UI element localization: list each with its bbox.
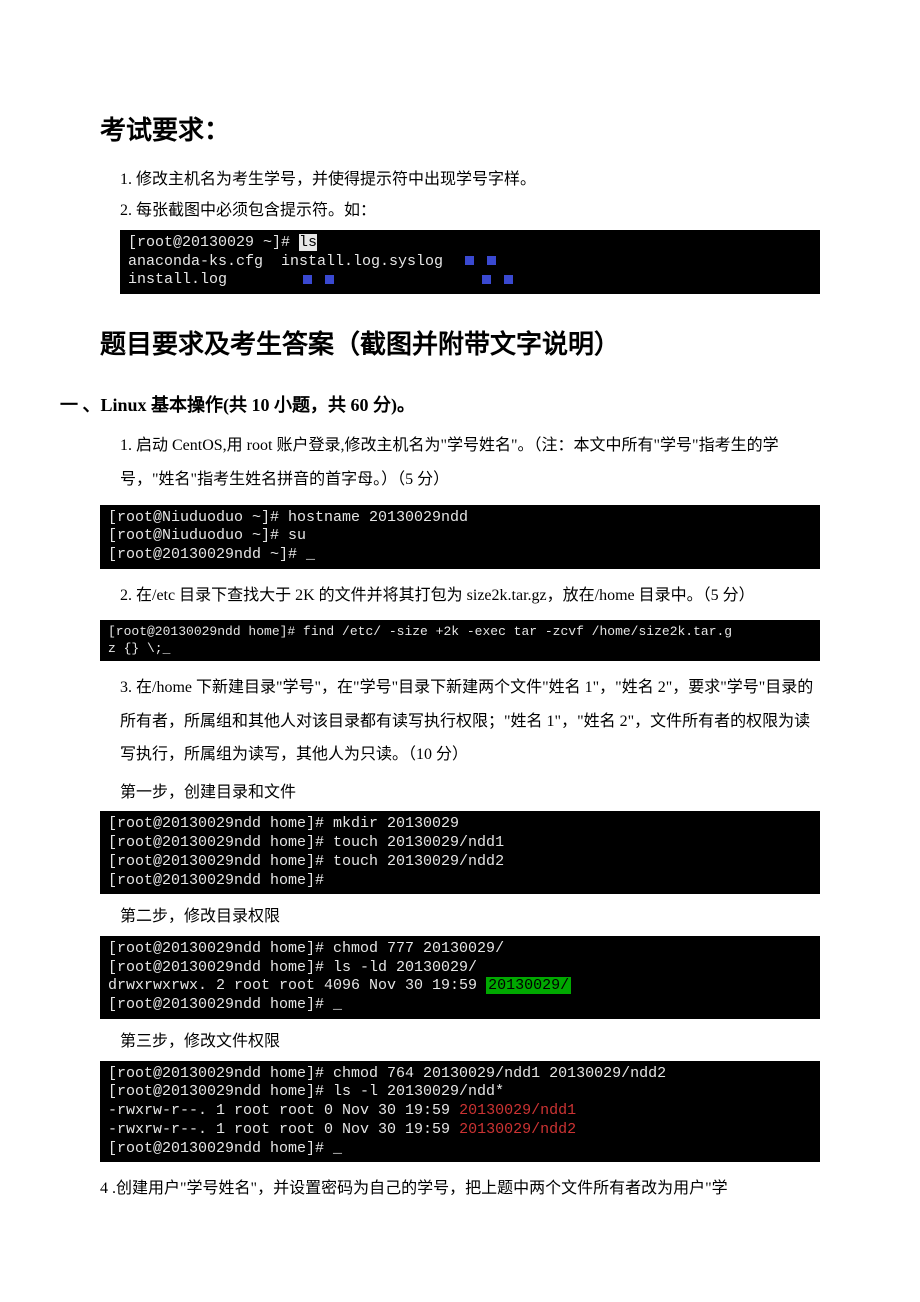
file-colored: 20130029/ndd2 [459,1121,576,1138]
terminal-q3-step1: [root@20130029ndd home]# mkdir 20130029 … [100,811,820,894]
term-line: [root@20130029ndd home]# [108,872,324,889]
question-4: 4 .创建用户"学号姓名"，并设置密码为自己的学号，把上题中两个文件所有者改为用… [100,1172,820,1206]
document-page: 考试要求： 1. 修改主机名为考生学号，并使得提示符中出现学号字样。 2. 每张… [0,0,920,1254]
term-line: [root@20130029ndd home]# ls -ld 20130029… [108,959,477,976]
terminal-screenshot-example: [root@20130029 ~]# ls anaconda-ks.cfg in… [120,230,820,294]
term-line: -rwxrw-r--. 1 root root 0 Nov 30 19:59 [108,1121,459,1138]
question-2: 2. 在/etc 目录下查找大于 2K 的文件并将其打包为 size2k.tar… [120,579,820,613]
term-line: [root@20130029ndd home]# touch 20130029/… [108,853,504,870]
terminal-q3-step3: [root@20130029ndd home]# chmod 764 20130… [100,1061,820,1163]
step-3-label: 第三步，修改文件权限 [120,1029,820,1055]
term-line: [root@20130029ndd ~]# _ [108,546,315,563]
output-line: anaconda-ks.cfg install.log.syslog [128,253,443,270]
term-line: [root@20130029ndd home]# mkdir 20130029 [108,815,459,832]
requirement-2: 2. 每张截图中必须包含提示符。如： [120,198,820,224]
output-line: install.log [128,271,227,288]
term-line: [root@20130029ndd home]# _ [108,1140,342,1157]
section-1-text: 一 、Linux 基本操作(共 10 小题，共 60 分)。 [60,395,415,415]
section-1-heading: 一 、Linux 基本操作(共 10 小题，共 60 分)。 [60,391,820,420]
terminal-q3-step2: [root@20130029ndd home]# chmod 777 20130… [100,936,820,1019]
term-line: [root@20130029ndd home]# chmod 764 20130… [108,1065,666,1082]
terminal-q2: [root@20130029ndd home]# find /etc/ -siz… [100,620,820,661]
term-line: [root@20130029ndd home]# _ [108,996,342,1013]
question-3: 3. 在/home 下新建目录"学号"，在"学号"目录下新建两个文件"姓名 1"… [120,671,820,772]
step-1-label: 第一步，创建目录和文件 [120,780,820,806]
term-line: [root@20130029ndd home]# chmod 777 20130… [108,940,504,957]
prompt: [root@20130029 ~]# [128,234,299,251]
heading-exam-requirements: 考试要求： [100,110,820,152]
requirement-1: 1. 修改主机名为考生学号，并使得提示符中出现学号字样。 [120,167,820,193]
heading-questions-answers: 题目要求及考生答案（截图并附带文字说明） [100,324,820,366]
decorative-square-icon [504,275,513,284]
term-line: [root@Niuduoduo ~]# su [108,527,306,544]
step-2-label: 第二步，修改目录权限 [120,904,820,930]
file-colored: 20130029/ndd1 [459,1102,576,1119]
term-line: [root@Niuduoduo ~]# hostname 20130029ndd [108,509,468,526]
decorative-square-icon [482,275,491,284]
term-line: [root@20130029ndd home]# ls -l 20130029/… [108,1083,504,1100]
terminal-q1: [root@Niuduoduo ~]# hostname 20130029ndd… [100,505,820,569]
term-line: z {} \;_ [108,641,170,656]
decorative-square-icon [487,256,496,265]
term-line: [root@20130029ndd home]# touch 20130029/… [108,834,504,851]
decorative-square-icon [465,256,474,265]
question-1: 1. 启动 CentOS,用 root 账户登录,修改主机名为"学号姓名"。（注… [120,429,820,496]
decorative-square-icon [325,275,334,284]
term-line: [root@20130029ndd home]# find /etc/ -siz… [108,624,732,639]
term-line: drwxrwxrwx. 2 root root 4096 Nov 30 19:5… [108,977,486,994]
dir-highlight: 20130029/ [486,977,571,994]
decorative-square-icon [303,275,312,284]
cmd-ls: ls [299,234,317,251]
term-line: -rwxrw-r--. 1 root root 0 Nov 30 19:59 [108,1102,459,1119]
